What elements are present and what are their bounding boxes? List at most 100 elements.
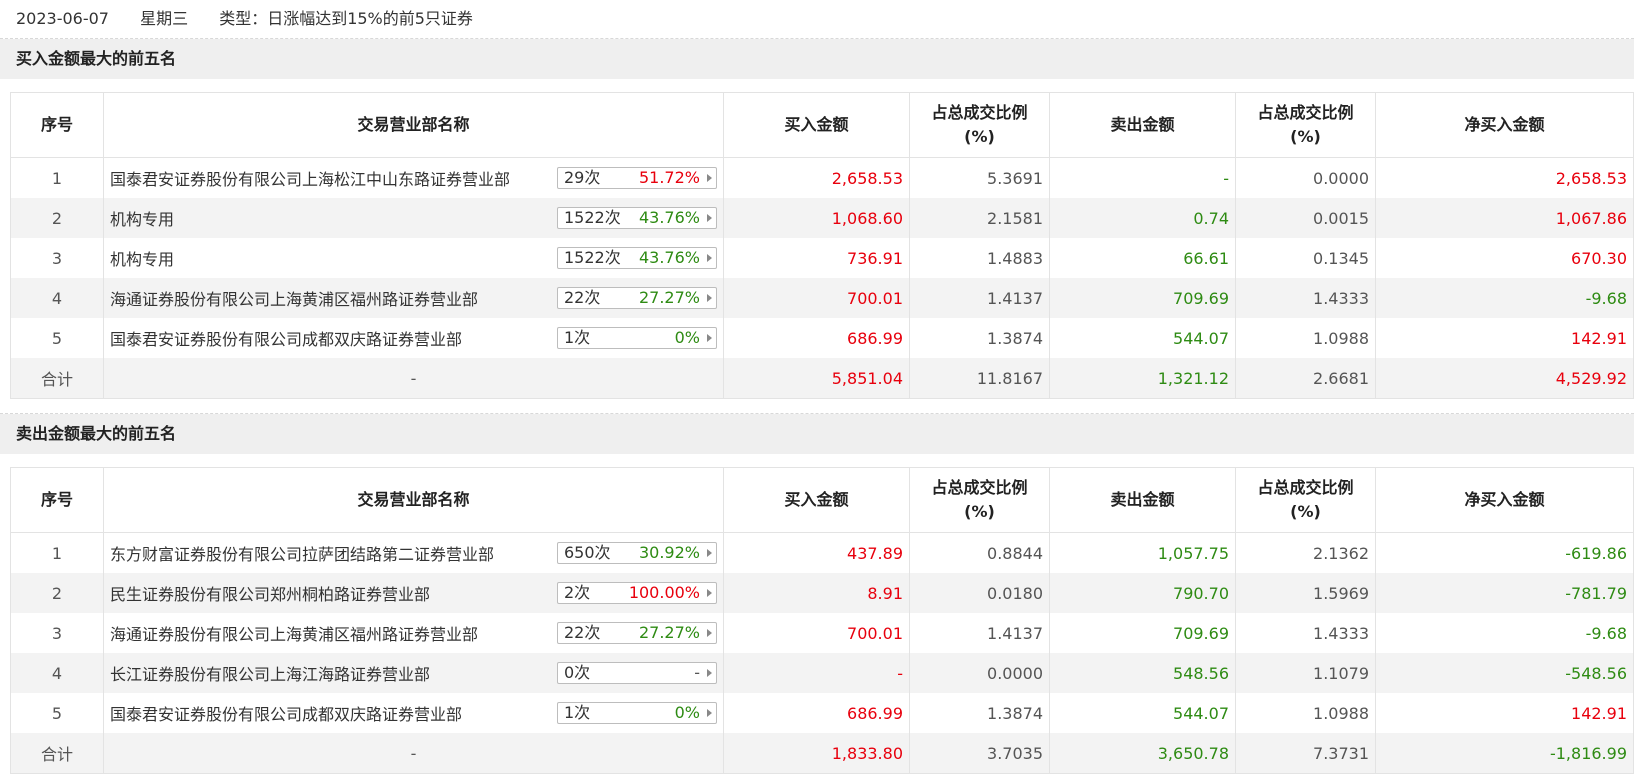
buy-ratio: 0.0180 bbox=[909, 573, 1050, 613]
buy-amount: - bbox=[723, 653, 910, 693]
total-net: -1,816.99 bbox=[1375, 733, 1634, 774]
row-index: 3 bbox=[10, 238, 104, 278]
sell-ratio: 1.0988 bbox=[1235, 318, 1376, 358]
table-header-row: 序号 交易营业部名称 买入金额 占总成交比例 (%) 卖出金额 占总成交比例 (%)… bbox=[10, 92, 1634, 158]
col-name: 交易营业部名称 bbox=[103, 92, 724, 158]
row-index: 2 bbox=[10, 573, 104, 613]
sell-ratio: 1.1079 bbox=[1235, 653, 1376, 693]
net-amount: 142.91 bbox=[1375, 318, 1634, 358]
buy-ratio: 1.4137 bbox=[909, 613, 1050, 653]
table-row: 1 国泰君安证券股份有限公司上海松江中山东路证券营业部 29次 51.72% 2,658… bbox=[10, 157, 1634, 198]
caret-right-icon bbox=[707, 629, 712, 637]
caret-right-icon bbox=[707, 669, 712, 677]
net-amount: 2,658.53 bbox=[1375, 157, 1634, 198]
win-rate: 27.27% bbox=[638, 623, 700, 642]
buy-amount: 686.99 bbox=[723, 693, 910, 733]
broker-stats-button[interactable]: 1522次 43.76% bbox=[557, 207, 717, 229]
broker-cell: 海通证券股份有限公司上海黄浦区福州路证券营业部 22次 27.27% bbox=[103, 613, 724, 653]
col-sell-ratio: 占总成交比例 (%) bbox=[1235, 467, 1376, 533]
win-rate: 51.72% bbox=[638, 168, 700, 187]
broker-name-link[interactable]: 海通证券股份有限公司上海黄浦区福州路证券营业部 bbox=[110, 621, 478, 645]
caret-right-icon bbox=[707, 589, 712, 597]
win-rate: 27.27% bbox=[638, 288, 700, 307]
total-sell: 3,650.78 bbox=[1049, 733, 1236, 774]
buy-ratio: 0.0000 bbox=[909, 653, 1050, 693]
col-buy-ratio: 占总成交比例 (%) bbox=[909, 467, 1050, 533]
sell-ratio: 0.1345 bbox=[1235, 238, 1376, 278]
broker-stats-button[interactable]: 22次 27.27% bbox=[557, 622, 717, 644]
broker-cell: 机构专用 1522次 43.76% bbox=[103, 238, 724, 278]
buy-amount: 700.01 bbox=[723, 613, 910, 653]
win-rate: 0% bbox=[674, 328, 700, 347]
row-index: 5 bbox=[10, 693, 104, 733]
broker-name-link[interactable]: 机构专用 bbox=[110, 246, 174, 270]
date-label: 2023-06-07 bbox=[16, 9, 109, 28]
buy-ratio: 2.1581 bbox=[909, 198, 1050, 238]
col-buy: 买入金额 bbox=[723, 92, 910, 158]
buy-amount: 2,658.53 bbox=[723, 157, 910, 198]
total-buy-ratio: 11.8167 bbox=[909, 358, 1050, 399]
appearance-count: 2次 bbox=[564, 583, 591, 602]
sell-amount: 1,057.75 bbox=[1049, 532, 1236, 573]
caret-right-icon bbox=[707, 709, 712, 717]
broker-name-link[interactable]: 国泰君安证券股份有限公司成都双庆路证券营业部 bbox=[110, 326, 462, 350]
table-row: 5 国泰君安证券股份有限公司成都双庆路证券营业部 1次 0% 686.99 1.3874 5… bbox=[10, 318, 1634, 358]
caret-right-icon bbox=[707, 254, 712, 262]
win-rate: 0% bbox=[674, 703, 700, 722]
row-index: 4 bbox=[10, 653, 104, 693]
row-index: 1 bbox=[10, 157, 104, 198]
sell-amount: 66.61 bbox=[1049, 238, 1236, 278]
appearance-count: 22次 bbox=[564, 288, 601, 307]
broker-cell: 海通证券股份有限公司上海黄浦区福州路证券营业部 22次 27.27% bbox=[103, 278, 724, 318]
total-sell-ratio: 2.6681 bbox=[1235, 358, 1376, 399]
broker-stats-button[interactable]: 1次 0% bbox=[557, 702, 717, 724]
broker-name-link[interactable]: 国泰君安证券股份有限公司成都双庆路证券营业部 bbox=[110, 701, 462, 725]
table-row: 3 海通证券股份有限公司上海黄浦区福州路证券营业部 22次 27.27% 700.01 1… bbox=[10, 613, 1634, 653]
appearance-count: 1522次 bbox=[564, 208, 621, 227]
net-amount: -548.56 bbox=[1375, 653, 1634, 693]
weekday-label: 星期三 bbox=[140, 9, 189, 28]
broker-name-link[interactable]: 长江证券股份有限公司上海江海路证券营业部 bbox=[110, 661, 430, 685]
col-net: 净买入金额 bbox=[1375, 467, 1634, 533]
broker-stats-button[interactable]: 1次 0% bbox=[557, 327, 717, 349]
sell-ratio: 2.1362 bbox=[1235, 532, 1376, 573]
appearance-count: 22次 bbox=[564, 623, 601, 642]
sell-ratio: 0.0000 bbox=[1235, 157, 1376, 198]
buy-amount: 686.99 bbox=[723, 318, 910, 358]
buy-ratio: 1.3874 bbox=[909, 693, 1050, 733]
appearance-count: 1次 bbox=[564, 328, 591, 347]
broker-name-link[interactable]: 民生证券股份有限公司郑州桐柏路证券营业部 bbox=[110, 581, 430, 605]
broker-stats-button[interactable]: 1522次 43.76% bbox=[557, 247, 717, 269]
broker-stats-button[interactable]: 650次 30.92% bbox=[557, 542, 717, 564]
caret-right-icon bbox=[707, 334, 712, 342]
broker-name-link[interactable]: 国泰君安证券股份有限公司上海松江中山东路证券营业部 bbox=[110, 166, 510, 190]
buy-section-title: 买入金额最大的前五名 bbox=[0, 39, 1634, 79]
broker-name-link[interactable]: 海通证券股份有限公司上海黄浦区福州路证券营业部 bbox=[110, 286, 478, 310]
total-sell-ratio: 7.3731 bbox=[1235, 733, 1376, 774]
broker-stats-button[interactable]: 2次 100.00% bbox=[557, 582, 717, 604]
broker-cell: 国泰君安证券股份有限公司上海松江中山东路证券营业部 29次 51.72% bbox=[103, 157, 724, 198]
broker-cell: 长江证券股份有限公司上海江海路证券营业部 0次 - bbox=[103, 653, 724, 693]
table-row: 4 长江证券股份有限公司上海江海路证券营业部 0次 - -0.0000 548.56 1.1… bbox=[10, 653, 1634, 693]
broker-stats-button[interactable]: 29次 51.72% bbox=[557, 167, 717, 189]
table-row: 2 机构专用 1522次 43.76% 1,068.60 2.1581 0.74 0.0015… bbox=[10, 198, 1634, 238]
appearance-count: 1522次 bbox=[564, 248, 621, 267]
table-row: 5 国泰君安证券股份有限公司成都双庆路证券营业部 1次 0% 686.99 1.3874 5… bbox=[10, 693, 1634, 733]
broker-cell: 东方财富证券股份有限公司拉萨团结路第二证券营业部 650次 30.92% bbox=[103, 532, 724, 573]
broker-stats-button[interactable]: 22次 27.27% bbox=[557, 287, 717, 309]
broker-cell: 国泰君安证券股份有限公司成都双庆路证券营业部 1次 0% bbox=[103, 318, 724, 358]
broker-name-link[interactable]: 东方财富证券股份有限公司拉萨团结路第二证券营业部 bbox=[110, 541, 494, 565]
broker-stats-button[interactable]: 0次 - bbox=[557, 662, 717, 684]
table-row: 3 机构专用 1522次 43.76% 736.91 1.4883 66.61 0.1345 6… bbox=[10, 238, 1634, 278]
buy-amount: 8.91 bbox=[723, 573, 910, 613]
sell-amount: 709.69 bbox=[1049, 278, 1236, 318]
buy-amount: 736.91 bbox=[723, 238, 910, 278]
buy-ratio: 5.3691 bbox=[909, 157, 1050, 198]
broker-name-link[interactable]: 机构专用 bbox=[110, 206, 174, 230]
col-net: 净买入金额 bbox=[1375, 92, 1634, 158]
win-rate: 30.92% bbox=[638, 543, 700, 562]
sell-ratio: 1.4333 bbox=[1235, 613, 1376, 653]
buy-amount: 700.01 bbox=[723, 278, 910, 318]
caret-right-icon bbox=[707, 549, 712, 557]
row-index: 3 bbox=[10, 613, 104, 653]
